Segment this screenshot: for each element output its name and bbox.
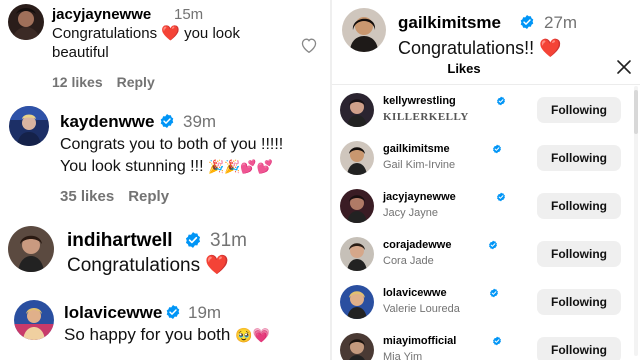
heart-emoji: ❤️ <box>539 38 562 58</box>
likes-row-username[interactable]: jacyjaynewwe <box>383 191 456 203</box>
party-emoji: 🎉🎉💕💕 <box>207 159 273 174</box>
avatar[interactable] <box>8 4 44 40</box>
comment-meta: 35 likes Reply <box>60 188 183 205</box>
likes-row-full-name: Jacy Jayne <box>383 207 439 219</box>
avatar[interactable] <box>340 333 374 360</box>
following-button[interactable]: Following <box>537 97 621 123</box>
verified-badge-icon <box>489 288 499 298</box>
scrollbar[interactable] <box>634 86 638 356</box>
likes-count[interactable]: 35 likes <box>60 188 114 205</box>
comment-text: Congratulations ❤️ you look beautiful <box>52 25 240 61</box>
likes-row-username[interactable]: gailkimitsme <box>383 143 450 155</box>
likes-row[interactable]: jacyjaynewwe Jacy Jayne Following <box>332 183 632 231</box>
avatar[interactable] <box>340 189 374 223</box>
avatar[interactable] <box>14 300 54 340</box>
likes-row[interactable]: miayimofficial Mia Yim Following <box>332 327 632 360</box>
comment-username[interactable]: jacyjaynewwe <box>52 6 151 23</box>
post-time: 27m <box>544 13 578 32</box>
following-button[interactable]: Following <box>537 289 621 315</box>
heart-emoji: ❤️ <box>161 25 180 42</box>
likes-row[interactable]: corajadewwe Cora Jade Following <box>332 231 632 279</box>
likes-row-username[interactable]: lolavicewwe <box>383 287 447 299</box>
likes-row-username[interactable]: miayimofficial <box>383 335 456 347</box>
likes-row-username[interactable]: kellywrestling <box>383 95 456 107</box>
verified-badge-icon <box>492 144 502 154</box>
comment-time: 31m <box>210 230 247 251</box>
following-button[interactable]: Following <box>537 193 621 219</box>
comment-username[interactable]: lolavicewwe <box>64 303 162 323</box>
comment-username[interactable]: kaydenwwe <box>60 112 155 132</box>
likes-row-full-name: Gail Kim-Irvine <box>383 159 456 171</box>
verified-badge-icon <box>492 336 502 346</box>
heart-emoji: ❤️ <box>205 255 230 276</box>
post-caption: Congratulations!! ❤️ <box>398 38 562 58</box>
comment-time: 15m <box>174 6 204 23</box>
sheet-divider <box>332 84 640 85</box>
following-button[interactable]: Following <box>537 241 621 267</box>
smile-heart-emoji: 🥹💗 <box>235 327 270 343</box>
verified-badge-icon <box>159 113 175 129</box>
close-icon[interactable] <box>616 59 632 75</box>
avatar[interactable] <box>8 226 54 272</box>
verified-badge-icon <box>496 96 506 106</box>
likes-row[interactable]: kellywrestling KILLERKELLY Following <box>332 87 632 135</box>
verified-badge-icon <box>488 240 498 250</box>
likes-row[interactable]: gailkimitsme Gail Kim-Irvine Following <box>332 135 632 183</box>
heart-outline-icon[interactable] <box>300 37 318 54</box>
avatar[interactable] <box>340 93 374 127</box>
likes-sheet-title: Likes <box>447 61 481 76</box>
verified-badge-icon <box>184 231 202 249</box>
likes-row-full-name: Valerie Loureda <box>383 303 460 315</box>
avatar[interactable] <box>340 237 374 271</box>
following-button[interactable]: Following <box>537 145 621 171</box>
likes-row-full-name: KILLERKELLY <box>383 111 469 123</box>
following-button[interactable]: Following <box>537 337 621 360</box>
likes-row[interactable]: lolavicewwe Valerie Loureda Following <box>332 279 632 327</box>
comment-meta: 12 likes Reply <box>52 74 169 90</box>
likes-row-full-name: Cora Jade <box>383 255 434 267</box>
likes-row-username[interactable]: corajadewwe <box>383 239 451 251</box>
likes-pane: gailkimitsme 27m Congratulations!! ❤️ Li… <box>332 0 640 360</box>
likes-count[interactable]: 12 likes <box>52 74 103 90</box>
verified-badge-icon <box>496 192 506 202</box>
scrollbar-thumb[interactable] <box>634 90 638 134</box>
comment-text: Congrats you to both of you !!!!! You lo… <box>60 136 284 175</box>
comment-username[interactable]: indihartwell <box>67 230 173 252</box>
post-username[interactable]: gailkimitsme <box>398 13 501 33</box>
comment-time: 19m <box>188 303 222 322</box>
comment-text: Congratulations ❤️ <box>67 255 230 276</box>
verified-badge-icon <box>519 14 535 30</box>
avatar[interactable] <box>342 8 386 52</box>
avatar[interactable] <box>340 285 374 319</box>
reply-button[interactable]: Reply <box>117 74 155 90</box>
likes-row-full-name: Mia Yim <box>383 351 423 360</box>
reply-button[interactable]: Reply <box>128 188 169 205</box>
avatar[interactable] <box>9 106 49 146</box>
avatar[interactable] <box>340 141 374 175</box>
verified-badge-icon <box>165 304 181 320</box>
comments-pane: jacyjaynewwe 15m Congratulations ❤️ you … <box>0 0 330 360</box>
comment-time: 39m <box>183 112 217 131</box>
comment-text: So happy for you both 🥹💗 <box>64 325 270 344</box>
